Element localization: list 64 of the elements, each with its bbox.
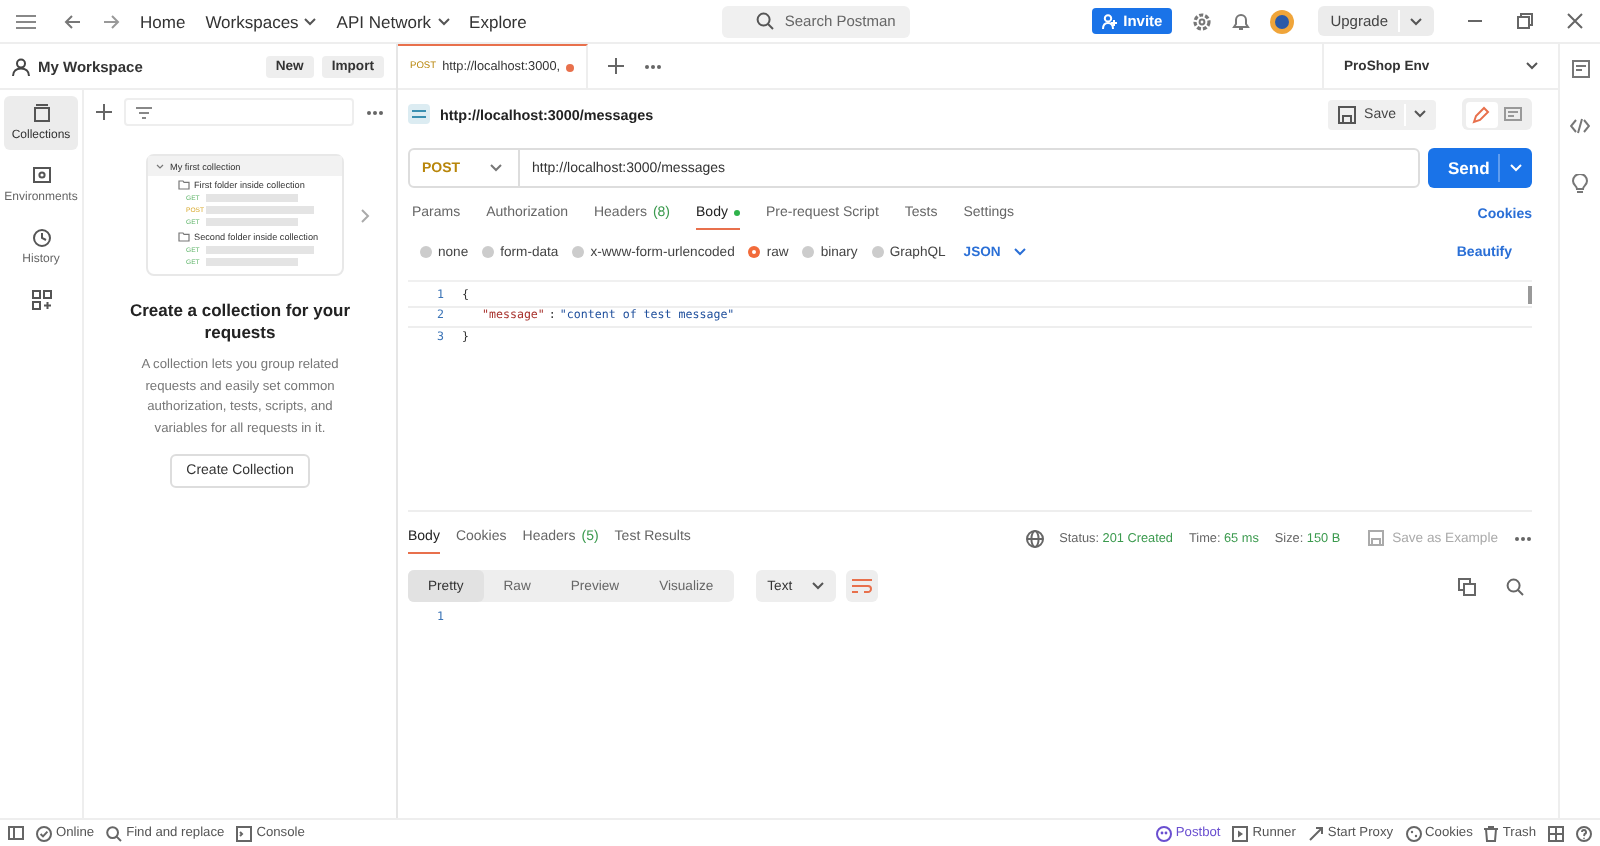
caret-icon xyxy=(156,163,164,169)
layout-icon[interactable] xyxy=(1548,825,1564,841)
folder-icon xyxy=(178,232,190,242)
check-circle-icon xyxy=(36,825,52,841)
send-button[interactable]: Send xyxy=(1428,148,1532,188)
nav-link[interactable]: Explore xyxy=(469,11,527,31)
environments-icon xyxy=(31,166,51,186)
empty-state-title: Create a collection for your requests xyxy=(127,300,353,344)
search-icon xyxy=(756,12,775,30)
add-user-icon xyxy=(1101,13,1118,29)
save-icon xyxy=(1368,530,1385,546)
copy-icon[interactable] xyxy=(1458,577,1476,595)
restore-icon[interactable] xyxy=(1516,12,1534,30)
more-icon[interactable] xyxy=(1514,535,1532,541)
console-icon xyxy=(236,825,253,841)
robot-icon xyxy=(1155,825,1172,841)
play-icon xyxy=(1232,825,1249,841)
bell-icon[interactable] xyxy=(1232,11,1251,31)
grid-icon xyxy=(31,290,51,310)
caret-icon xyxy=(1410,17,1422,25)
arrow-icon xyxy=(1307,825,1324,841)
globe-icon xyxy=(1025,529,1044,547)
forward-icon[interactable] xyxy=(102,13,120,29)
code-icon[interactable] xyxy=(1570,118,1590,134)
help-icon[interactable] xyxy=(1576,825,1592,841)
avatar-icon[interactable] xyxy=(1270,9,1295,33)
nav-link[interactable]: Workspaces xyxy=(205,11,317,31)
caret-icon xyxy=(1014,248,1027,256)
search-icon xyxy=(106,825,123,841)
wrap-button[interactable] xyxy=(846,570,879,602)
request-icon xyxy=(408,104,430,124)
save-icon xyxy=(1338,105,1357,123)
pencil-icon xyxy=(1472,105,1490,123)
chevron-icon xyxy=(360,207,370,223)
user-icon xyxy=(12,57,30,75)
caret-icon xyxy=(1526,62,1538,70)
trash-icon xyxy=(1484,825,1499,841)
more-icon[interactable] xyxy=(644,63,663,69)
caret-icon xyxy=(1414,110,1426,118)
new-tab-icon[interactable] xyxy=(608,58,625,74)
filter-icon xyxy=(136,105,152,119)
more-icon[interactable] xyxy=(366,109,384,115)
search-icon[interactable] xyxy=(1506,577,1524,595)
settings-icon[interactable] xyxy=(1192,11,1213,31)
folder-icon xyxy=(178,180,190,190)
panel-icon[interactable] xyxy=(1571,60,1589,78)
nav-link[interactable]: API Network xyxy=(336,11,450,31)
caret-icon xyxy=(812,582,825,590)
back-icon[interactable] xyxy=(64,13,82,29)
clock-icon xyxy=(31,228,51,248)
caret-icon xyxy=(490,164,502,172)
filter-field[interactable] xyxy=(124,98,354,126)
lightbulb-icon[interactable] xyxy=(1572,174,1588,194)
edit-mode-button[interactable] xyxy=(1465,101,1497,127)
caret-icon xyxy=(1510,164,1522,172)
collections-icon xyxy=(31,104,51,124)
comment-icon xyxy=(1504,105,1522,123)
nav-link[interactable]: Home xyxy=(140,11,186,31)
close-icon[interactable] xyxy=(1566,12,1584,30)
add-icon[interactable] xyxy=(96,104,112,120)
sidebar-toggle-icon[interactable] xyxy=(8,826,24,840)
cookie-icon xyxy=(1405,825,1422,841)
menu-icon[interactable] xyxy=(16,13,36,29)
wrap-lines-icon xyxy=(852,578,873,594)
